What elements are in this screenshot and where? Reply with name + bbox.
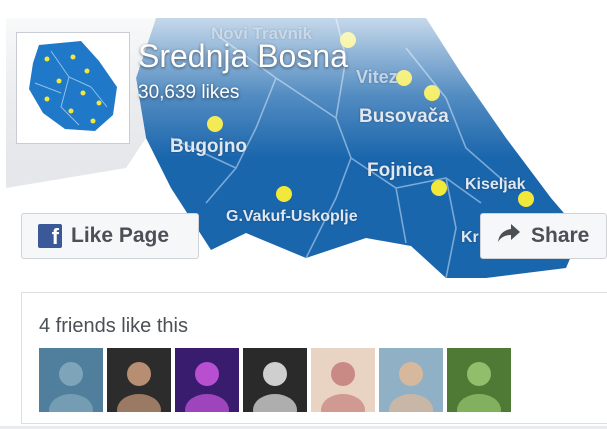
friend-photo-1[interactable] — [39, 348, 103, 412]
friends-photo-row — [39, 348, 511, 412]
facebook-f-icon: f — [38, 224, 62, 249]
map-label-bugojno: Bugojno — [170, 136, 248, 157]
profile-map-image — [21, 37, 125, 139]
map-label-gvakuf: G.Vakuf-Uskoplje — [226, 208, 358, 225]
share-button[interactable]: Share — [480, 213, 607, 259]
share-label: Share — [531, 224, 590, 247]
map-label-vitez: Vitez — [356, 67, 398, 87]
friend-photo-6[interactable] — [379, 348, 443, 412]
friend-photo-3[interactable] — [175, 348, 239, 412]
friend-photo-7[interactable] — [447, 348, 511, 412]
friend-photo-2[interactable] — [107, 348, 171, 412]
friend-photo-5[interactable] — [311, 348, 375, 412]
friends-like-text: 4 friends like this — [39, 315, 188, 337]
like-page-button[interactable]: f Like Page — [21, 213, 199, 259]
friends-section: 4 friends like this — [21, 292, 607, 424]
friend-photo-4[interactable] — [243, 348, 307, 412]
page-title[interactable]: Srednja Bosna — [138, 38, 348, 75]
map-label-fojnica: Fojnica — [367, 160, 434, 181]
like-page-label: Like Page — [71, 224, 170, 247]
map-label-kiseljak: Kiseljak — [465, 176, 526, 193]
page-likes-count: 30,639 likes — [138, 82, 240, 103]
profile-picture[interactable] — [16, 32, 130, 144]
map-label-kr: Kr — [461, 229, 479, 246]
map-label-busovaca: Busovača — [359, 106, 449, 127]
share-arrow-icon — [497, 223, 521, 249]
